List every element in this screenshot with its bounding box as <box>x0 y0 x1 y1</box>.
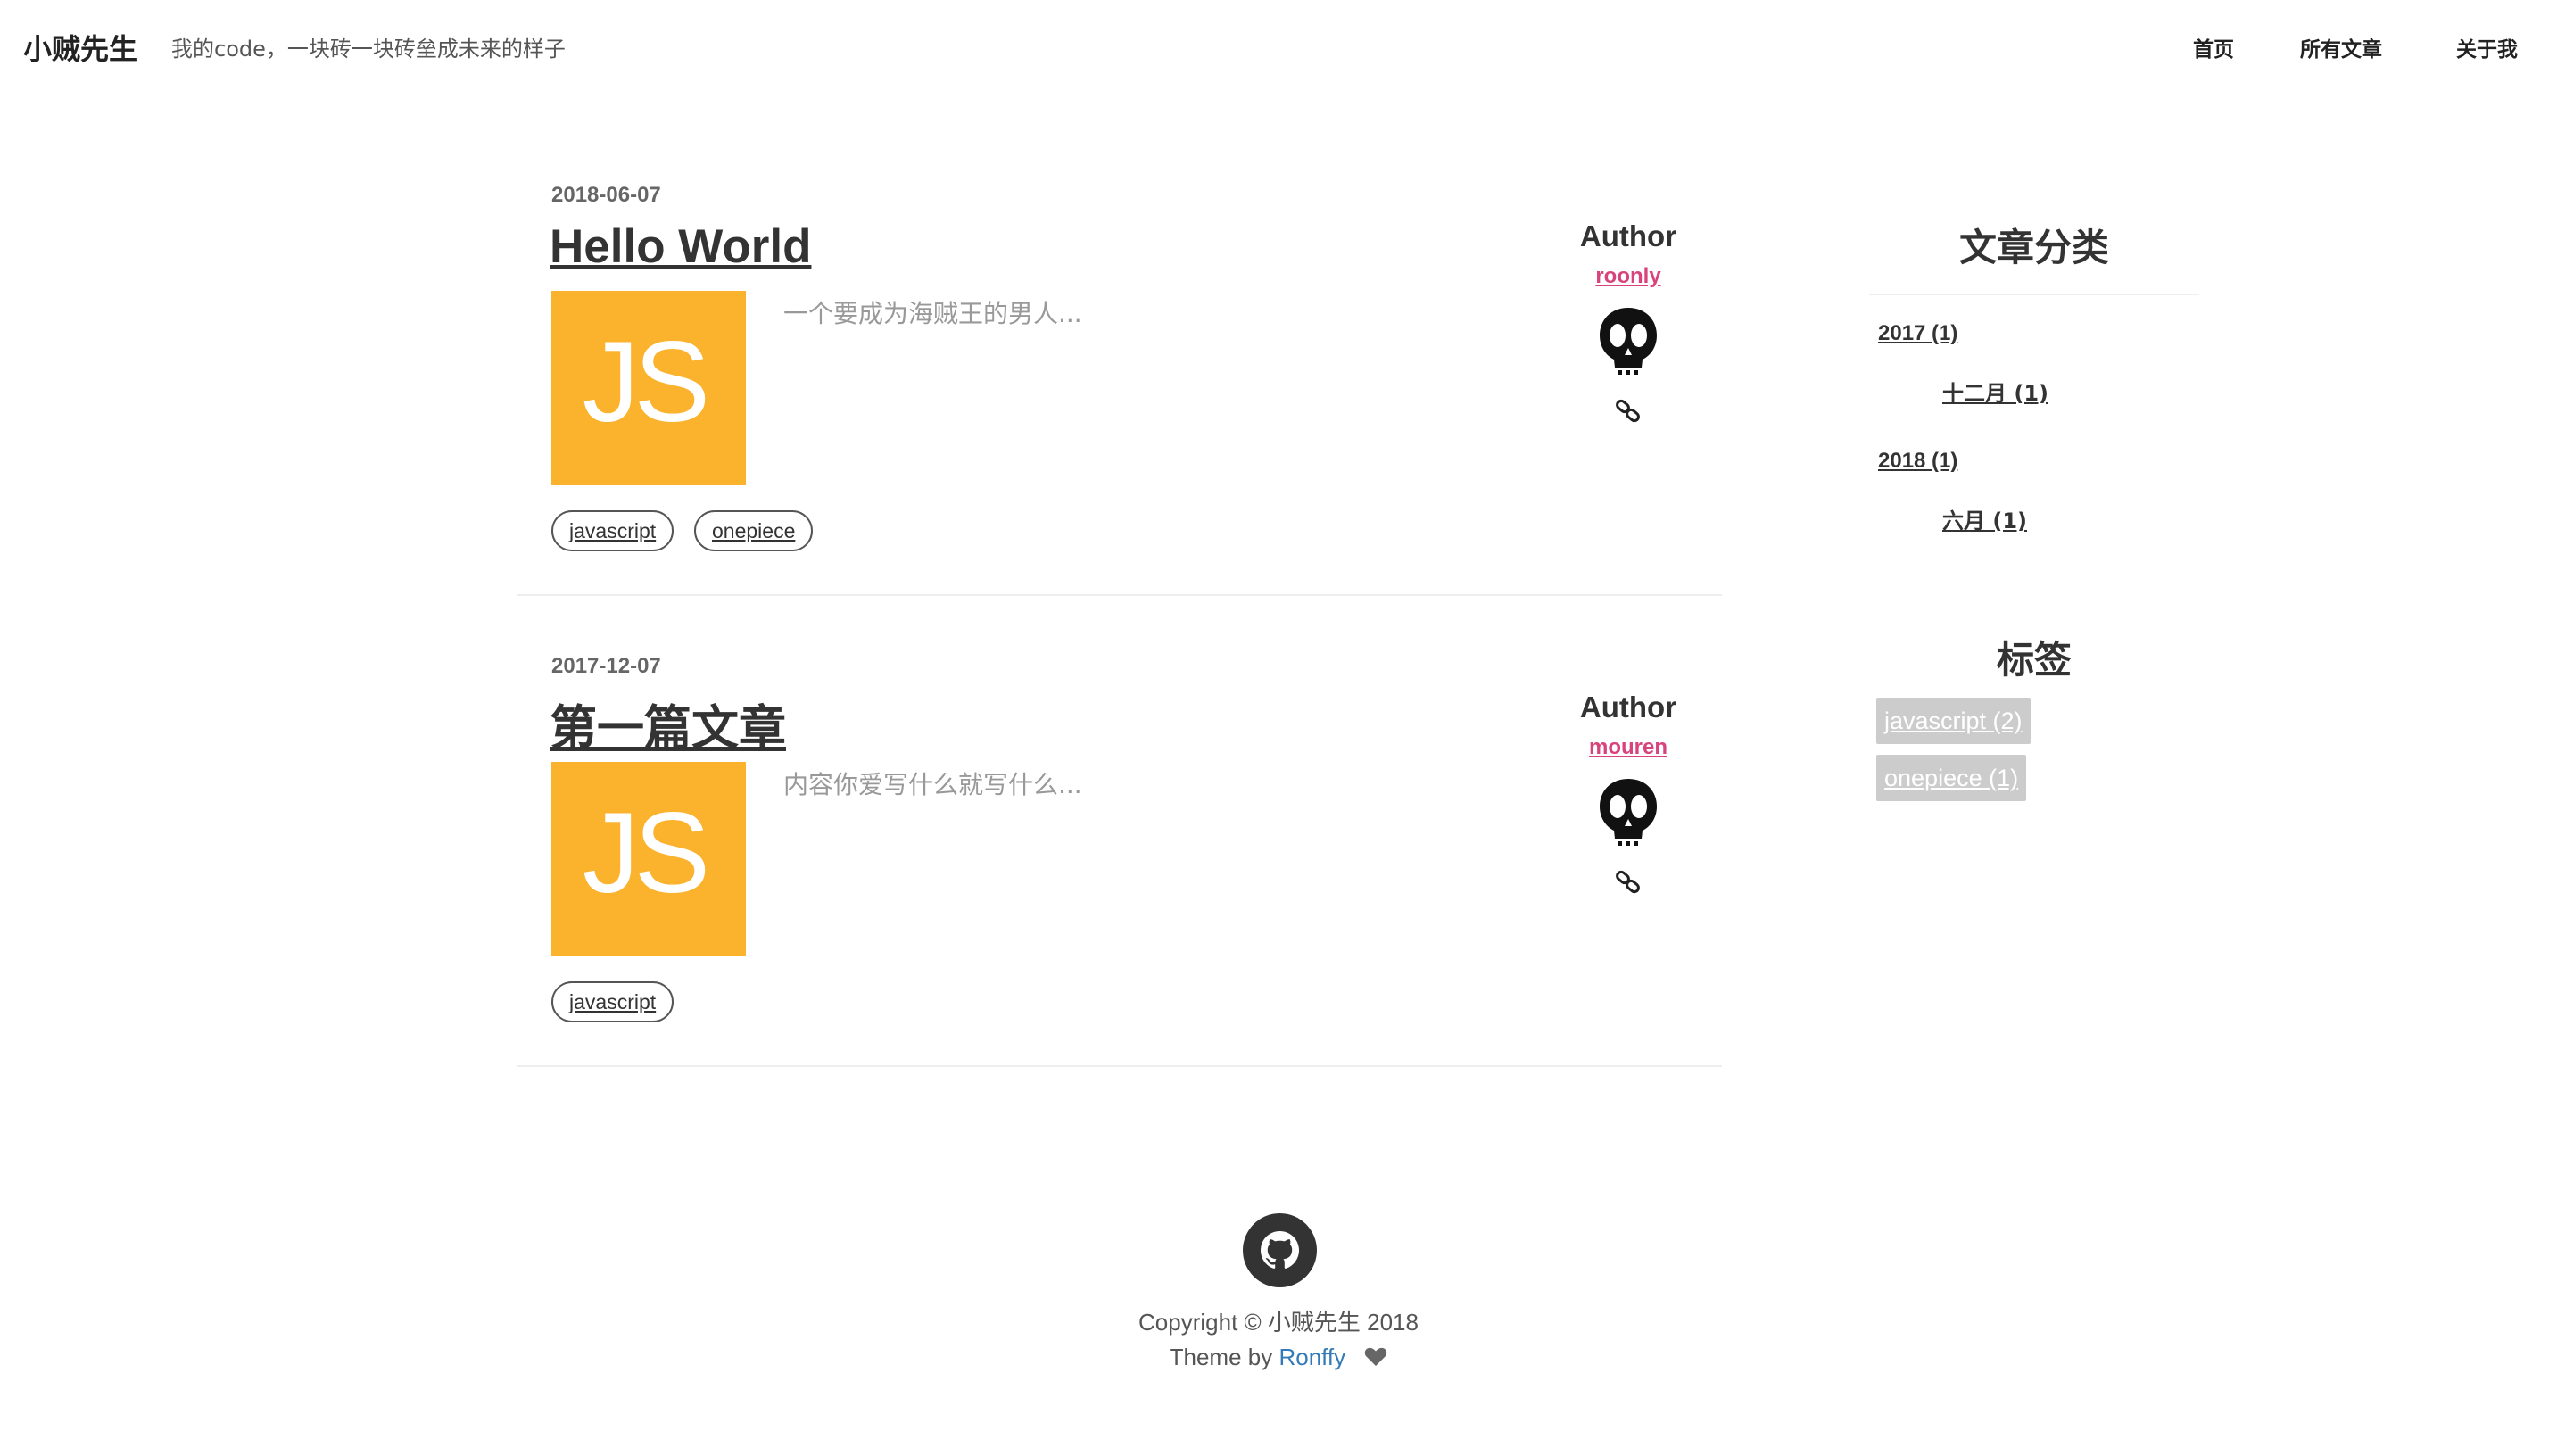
thumbnail-text: JS <box>582 318 710 446</box>
site-brand[interactable]: 小贼先生 <box>23 27 137 68</box>
post-thumbnail[interactable]: JS <box>551 762 746 956</box>
archive-month[interactable]: 六月 (1) <box>1942 503 2027 534</box>
post-thumbnail[interactable]: JS <box>551 291 746 485</box>
archive-divider <box>1869 294 2199 295</box>
thumbnail-text: JS <box>582 790 710 917</box>
author-box: Author mouren <box>1535 691 1722 896</box>
theme-credit: Theme by Ronffy <box>0 1344 2557 1371</box>
tag-cloud-item[interactable]: javascript (2) <box>1876 698 2031 744</box>
post-item: 2017-12-07 第一篇文章 JS 内容你爱写什么就写什么... javas… <box>517 649 1722 1067</box>
archive-year[interactable]: 2018 (1) <box>1878 449 1957 474</box>
post-tag[interactable]: onepiece <box>694 510 814 551</box>
author-name[interactable]: mouren <box>1535 735 1722 760</box>
site-header: 小贼先生 我的code，一块砖一块砖垒成未来的样子 首页 所有文章 关于我 <box>0 0 2557 89</box>
archive-year[interactable]: 2017 (1) <box>1878 321 1957 346</box>
post-excerpt: 一个要成为海贼王的男人... <box>783 299 1082 328</box>
skull-icon <box>1600 308 1657 375</box>
skull-icon <box>1600 779 1657 846</box>
nav-home[interactable]: 首页 <box>2193 32 2234 62</box>
link-icon[interactable] <box>1615 398 1642 425</box>
theme-prefix: Theme by <box>1169 1344 1279 1370</box>
author-name[interactable]: roonly <box>1535 264 1722 289</box>
archive-month[interactable]: 十二月 (1) <box>1942 376 2048 407</box>
copyright: Copyright © 小贼先生 2018 <box>1138 1309 1419 1336</box>
tag-cloud-item[interactable]: onepiece (1) <box>1876 755 2027 801</box>
post-title[interactable]: Hello World <box>550 219 811 274</box>
github-icon <box>1261 1231 1299 1269</box>
github-link[interactable] <box>1243 1213 1317 1287</box>
post-title[interactable]: 第一篇文章 <box>550 691 786 758</box>
post-date: 2018-06-07 <box>551 183 661 207</box>
tags-title: 标签 <box>1996 638 2072 682</box>
post-tag[interactable]: javascript <box>551 981 674 1022</box>
post-item: 2018-06-07 Hello World JS 一个要成为海贼王的男人...… <box>517 178 1722 596</box>
author-box: Author roonly <box>1535 219 1722 425</box>
nav-all-posts[interactable]: 所有文章 <box>2300 32 2382 62</box>
archive-title: 文章分类 <box>1958 226 2109 269</box>
link-icon[interactable] <box>1615 869 1642 896</box>
post-tag[interactable]: javascript <box>551 510 674 551</box>
author-label: Author <box>1579 691 1677 724</box>
heart-icon <box>1365 1347 1387 1366</box>
sidebar: 文章分类 2017 (1) 十二月 (1) 2018 (1) 六月 (1) 标签… <box>1869 205 2199 801</box>
nav-about[interactable]: 关于我 <box>2456 32 2518 62</box>
post-excerpt: 内容你爱写什么就写什么... <box>783 770 1082 799</box>
author-label: Author <box>1579 219 1677 252</box>
post-date: 2017-12-07 <box>551 654 661 678</box>
theme-author-link[interactable]: Ronffy <box>1278 1344 1345 1370</box>
site-motto: 我的code，一块砖一块砖垒成未来的样子 <box>171 37 566 62</box>
